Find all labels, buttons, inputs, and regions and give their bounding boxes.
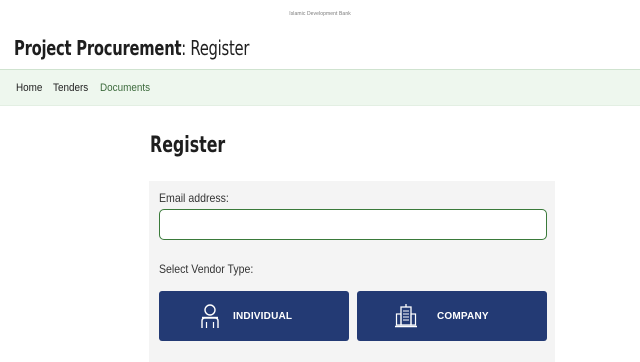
company-vendor-button[interactable]: COMPANY	[357, 291, 547, 341]
header-tagline: Islamic Development Bank	[289, 11, 351, 17]
site-title-main: Project Procurement	[14, 36, 182, 60]
nav-link-home[interactable]: Home	[16, 82, 42, 94]
site-title-suffix: : Register	[181, 36, 250, 60]
site-title: Project Procurement: Register	[14, 36, 249, 60]
individual-button-label: INDIVIDUAL	[233, 310, 293, 322]
company-button-label: COMPANY	[437, 310, 489, 322]
page-title: Register	[150, 133, 226, 158]
nav-link-tenders[interactable]: Tenders	[53, 82, 88, 94]
building-icon	[395, 303, 417, 329]
main-navigation: Home Tenders Documents	[0, 69, 640, 106]
email-label: Email address:	[159, 191, 229, 205]
nav-link-documents[interactable]: Documents	[100, 82, 150, 94]
register-form: Email address: Select Vendor Type: INDIV…	[149, 181, 555, 362]
email-input[interactable]	[159, 209, 547, 240]
vendor-type-label: Select Vendor Type:	[159, 262, 254, 276]
individual-vendor-button[interactable]: INDIVIDUAL	[159, 291, 349, 341]
person-icon	[199, 303, 221, 329]
